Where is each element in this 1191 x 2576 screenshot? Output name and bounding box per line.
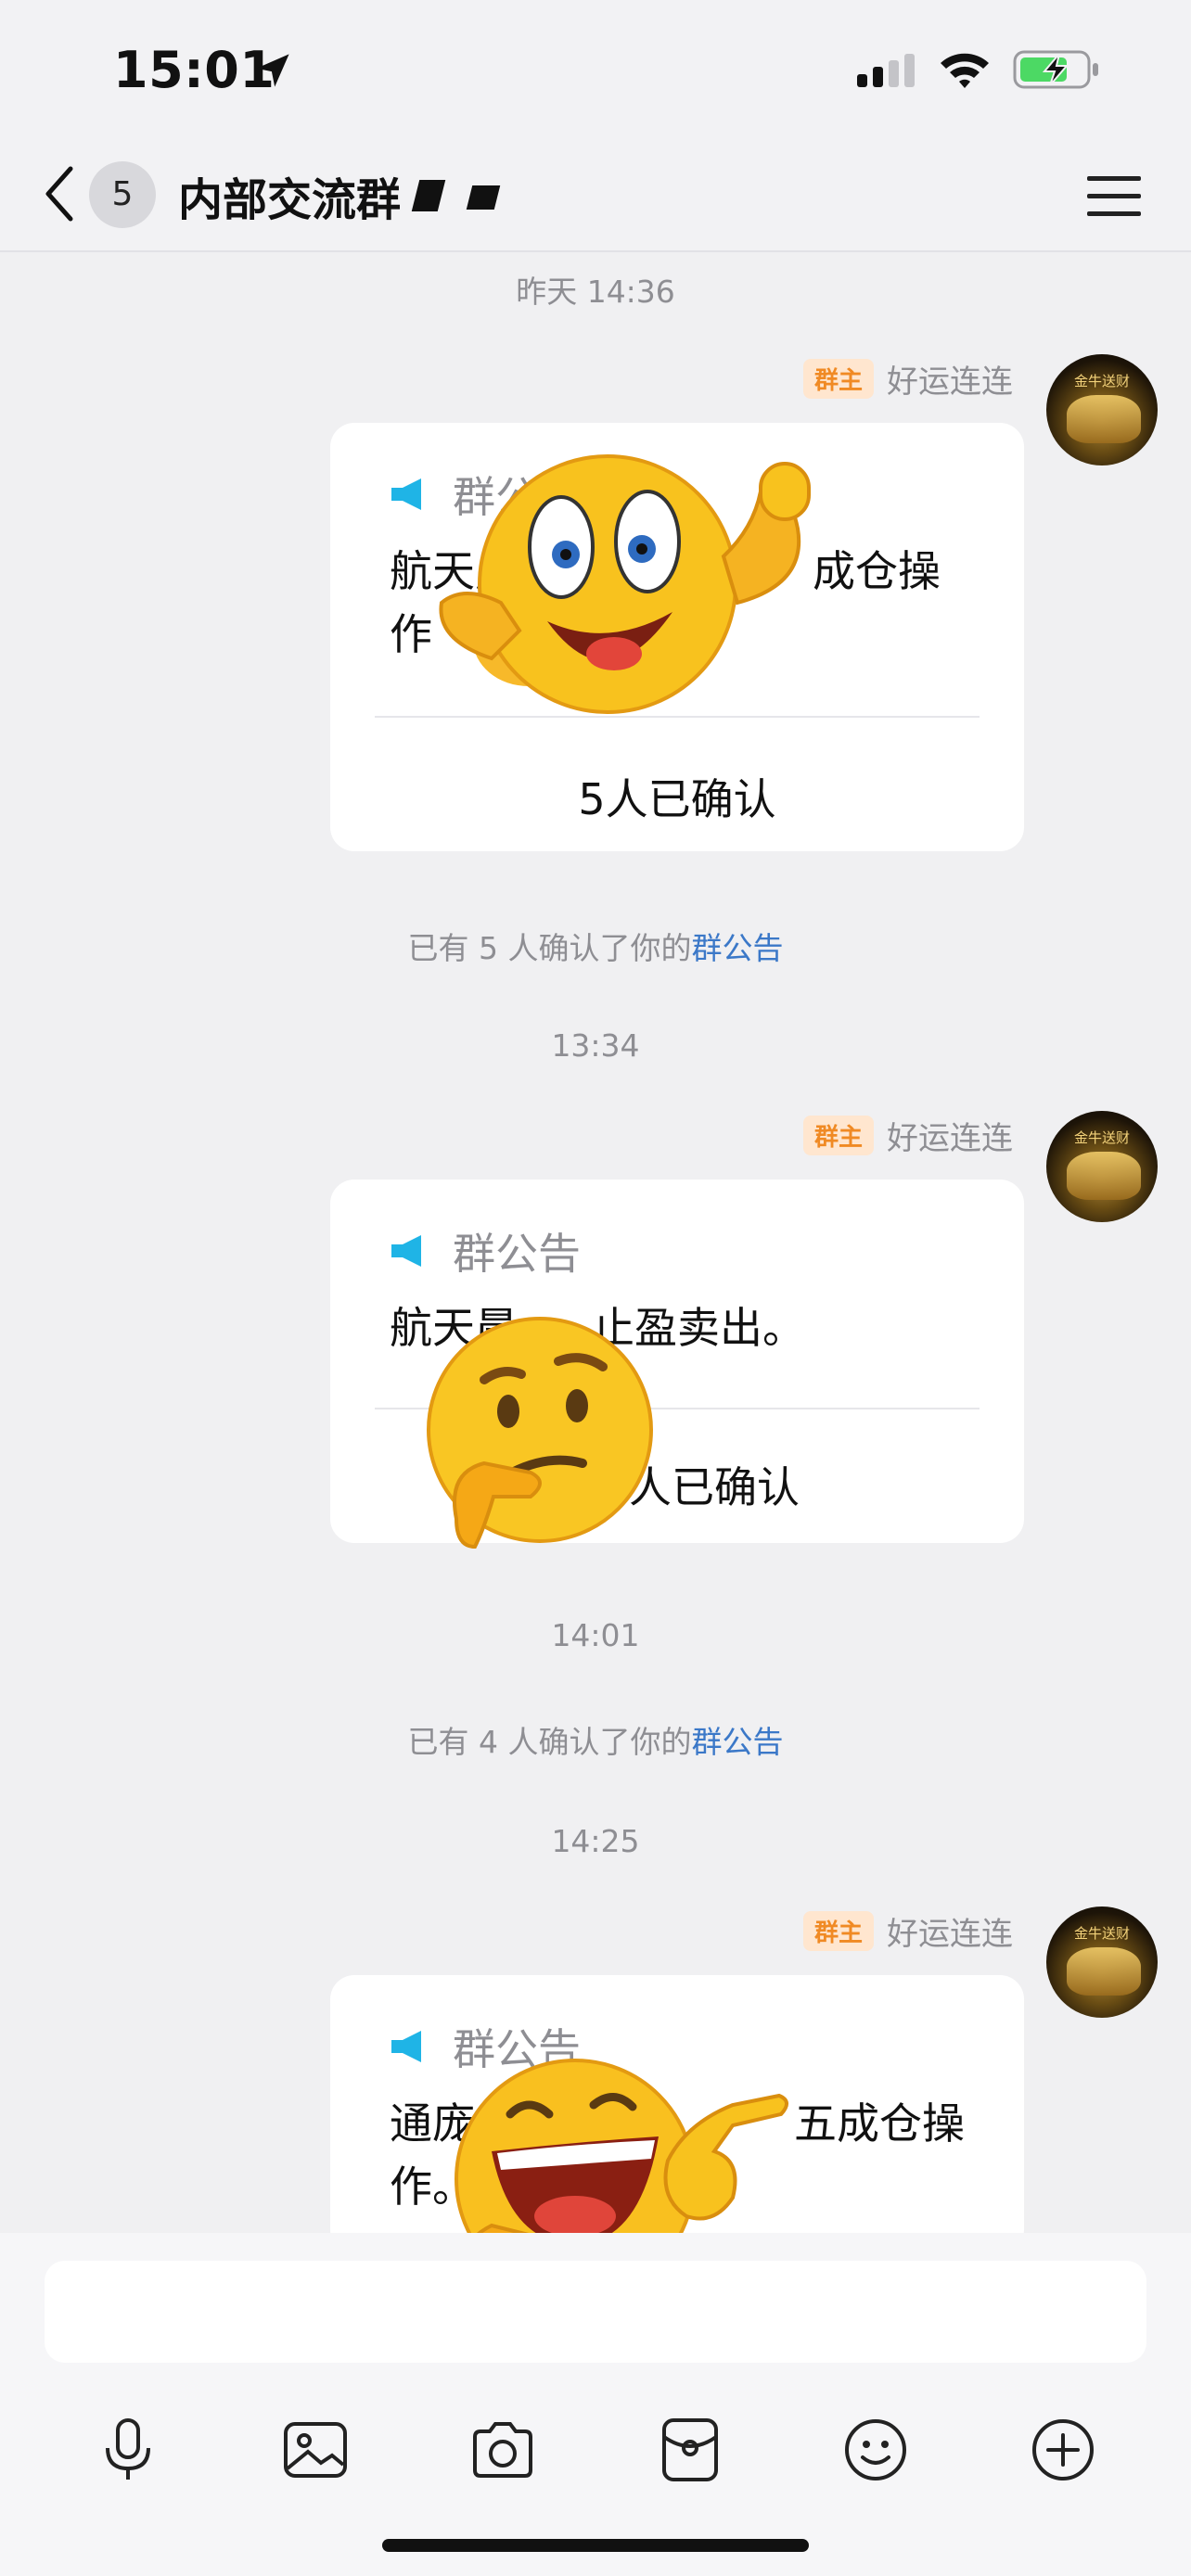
red-packet-icon[interactable] (655, 2415, 725, 2485)
image-icon[interactable] (280, 2415, 351, 2485)
avatar-bull-image (1067, 1152, 1141, 1200)
role-tag: 群主 (802, 358, 874, 399)
avatar-bull-image (1067, 395, 1141, 443)
plus-icon[interactable] (1028, 2415, 1098, 2485)
system-message-text: 已有 4 人确认了你的 (407, 1724, 692, 1760)
menu-icon[interactable] (1083, 172, 1145, 221)
avatar-text: 金牛送财 (1073, 1129, 1130, 1146)
announcement-label: 群公告 (453, 1229, 581, 1279)
home-indicator[interactable] (382, 2539, 809, 2552)
chat-header: 5 内部交流群 (0, 139, 1191, 252)
role-tag: 群主 (802, 1115, 874, 1155)
speaker-icon (391, 1235, 421, 1267)
role-tag: 群主 (802, 1910, 874, 1951)
unread-count-badge[interactable]: 5 (89, 161, 156, 228)
body-text: 五成仓操 (794, 2098, 965, 2149)
timestamp: 13:34 (551, 1027, 640, 1064)
sender-name[interactable]: 好运连连 (887, 1113, 1013, 1158)
speaker-icon (391, 2031, 421, 2062)
timestamp: 14:01 (551, 1617, 640, 1653)
system-message: 已有 4 人确认了你的群公告 (0, 1717, 1191, 1762)
location-arrow-icon (256, 54, 289, 87)
message-input[interactable] (45, 2261, 1146, 2363)
timestamp: 14:25 (551, 1823, 640, 1859)
card-header: 群公告 (390, 1220, 581, 1282)
chat-title: 内部交流群 (178, 174, 402, 226)
avatar-text: 金牛送财 (1073, 1925, 1130, 1942)
status-time: 15:01 (113, 41, 275, 99)
microphone-icon[interactable] (93, 2415, 163, 2485)
avatar-text: 金牛送财 (1073, 373, 1130, 389)
system-message-text: 已有 5 人确认了你的 (407, 930, 692, 966)
wifi-icon (941, 53, 989, 88)
confirm-count[interactable]: 5人已确认 (330, 766, 1024, 827)
timestamp: 昨天 14:36 (516, 274, 675, 310)
avatar-bull-image (1067, 1947, 1141, 1996)
redaction-mark (466, 185, 501, 210)
sender-row: 群主 好运连连 (802, 1908, 1013, 1954)
battery-charging-icon (1013, 50, 1098, 89)
back-chevron-icon[interactable] (37, 159, 82, 228)
emoji-icon[interactable] (840, 2415, 911, 2485)
avatar[interactable]: 金牛送财 (1046, 354, 1158, 465)
status-bar: 15:01 (0, 0, 1191, 139)
cellular-signal-icon (857, 54, 915, 87)
avatar[interactable]: 金牛送财 (1046, 1906, 1158, 2018)
input-bar (0, 2233, 1191, 2576)
thinking-face-sticker (427, 1317, 653, 1549)
sender-name[interactable]: 好运连连 (887, 356, 1013, 402)
sender-row: 群主 好运连连 (802, 356, 1013, 402)
announcement-link[interactable]: 群公告 (691, 1724, 783, 1760)
avatar[interactable]: 金牛送财 (1046, 1111, 1158, 1222)
sender-row: 群主 好运连连 (802, 1113, 1013, 1158)
thumbs-up-smiley-sticker (439, 454, 811, 714)
system-message: 已有 5 人确认了你的群公告 (0, 924, 1191, 968)
sender-name[interactable]: 好运连连 (887, 1908, 1013, 1954)
camera-icon[interactable] (467, 2415, 538, 2485)
announcement-link[interactable]: 群公告 (691, 930, 783, 966)
redaction-mark (411, 180, 446, 211)
